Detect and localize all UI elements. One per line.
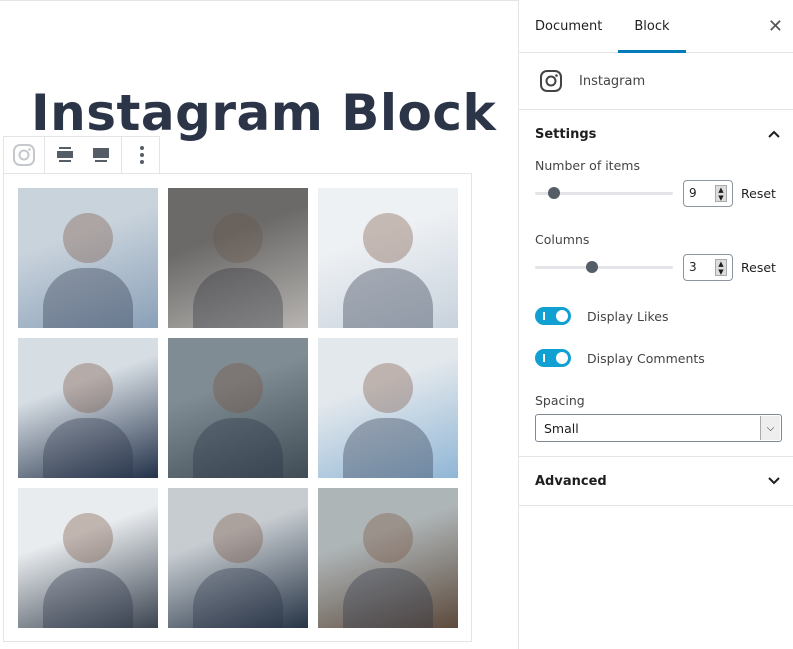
instagram-block[interactable] <box>3 173 472 642</box>
instagram-photo[interactable] <box>18 188 158 328</box>
input-value: 3 <box>689 260 697 274</box>
tab-block[interactable]: Block <box>618 0 686 53</box>
spinner[interactable]: ▲ ▼ <box>715 258 727 276</box>
photo-subject-body <box>193 568 283 628</box>
columns-reset-button[interactable]: Reset <box>741 260 776 275</box>
block-toolbar <box>3 136 160 174</box>
photo-subject <box>63 513 113 563</box>
number-of-items-input[interactable]: 9 ▲ ▼ <box>683 179 733 207</box>
page-title[interactable]: Instagram Block <box>31 84 496 142</box>
photo-subject-body <box>343 568 433 628</box>
spacing-value: Small <box>544 420 579 436</box>
instagram-block-button[interactable] <box>10 141 38 169</box>
instagram-photo[interactable] <box>168 488 308 628</box>
chevron-up-icon <box>768 130 780 138</box>
chevron-down-icon <box>768 477 780 485</box>
slider-thumb[interactable] <box>585 260 598 273</box>
photo-subject <box>363 363 413 413</box>
columns-input[interactable]: 3 ▲ ▼ <box>683 253 733 281</box>
advanced-panel-toggle[interactable]: Advanced <box>519 457 793 505</box>
settings-sidebar: Document Block ✕ Instagram Settings Numb… <box>518 0 793 649</box>
photo-subject-body <box>343 268 433 328</box>
photo-subject <box>213 213 263 263</box>
instagram-photo[interactable] <box>168 338 308 478</box>
align-wide-button[interactable] <box>87 141 115 169</box>
photo-subject-body <box>43 268 133 328</box>
columns-slider[interactable] <box>535 260 673 273</box>
instagram-photo[interactable] <box>18 488 158 628</box>
block-name: Instagram <box>579 73 646 89</box>
spacing-select[interactable]: Small ⌵ <box>535 414 782 442</box>
align-center-icon <box>57 147 73 162</box>
photo-subject <box>213 513 263 563</box>
columns-label: Columns <box>535 232 590 247</box>
photo-subject-body <box>343 418 433 478</box>
instagram-photo[interactable] <box>318 488 458 628</box>
settings-title: Settings <box>535 126 597 142</box>
slider-thumb[interactable] <box>548 186 561 199</box>
number-of-items-label: Number of items <box>535 158 640 173</box>
close-icon[interactable]: ✕ <box>768 16 783 37</box>
number-of-items-slider[interactable] <box>535 186 673 199</box>
top-divider <box>0 0 518 1</box>
photo-grid <box>18 188 458 628</box>
number-of-items-reset-button[interactable]: Reset <box>741 186 776 201</box>
display-likes-label: Display Likes <box>587 308 669 324</box>
display-comments-label: Display Comments <box>587 350 705 366</box>
tab-document[interactable]: Document <box>519 0 618 53</box>
photo-subject <box>63 363 113 413</box>
photo-subject <box>213 363 263 413</box>
input-value: 9 <box>689 186 697 200</box>
chevron-down-icon: ⌵ <box>760 416 780 440</box>
photo-subject-body <box>193 268 283 328</box>
align-wide-icon <box>93 148 109 162</box>
instagram-icon <box>540 70 562 92</box>
instagram-photo[interactable] <box>18 338 158 478</box>
photo-subject <box>363 213 413 263</box>
instagram-photo[interactable] <box>318 338 458 478</box>
photo-subject <box>63 213 113 263</box>
align-center-button[interactable] <box>51 141 79 169</box>
photo-subject-body <box>43 568 133 628</box>
advanced-title: Advanced <box>535 473 607 489</box>
spinner[interactable]: ▲ ▼ <box>715 184 727 202</box>
instagram-icon <box>13 144 35 166</box>
photo-subject-body <box>193 418 283 478</box>
display-comments-toggle[interactable] <box>535 349 571 367</box>
spacing-label: Spacing <box>535 393 585 408</box>
instagram-photo[interactable] <box>168 188 308 328</box>
more-vertical-icon <box>140 146 144 164</box>
photo-subject-body <box>43 418 133 478</box>
instagram-photo[interactable] <box>318 188 458 328</box>
display-likes-toggle[interactable] <box>535 307 571 325</box>
settings-panel-toggle[interactable]: Settings <box>519 110 793 158</box>
more-options-button[interactable] <box>128 141 156 169</box>
photo-subject <box>363 513 413 563</box>
